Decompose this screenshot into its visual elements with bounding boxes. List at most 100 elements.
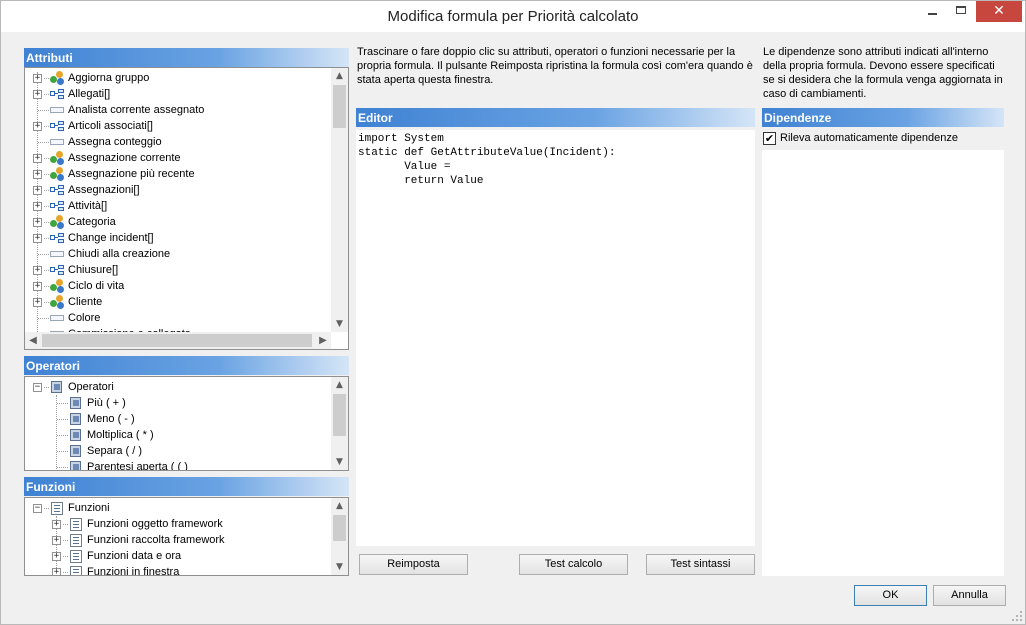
attribute-tree-item[interactable]: Analista corrente assegnato xyxy=(25,102,331,118)
expand-icon[interactable]: + xyxy=(33,154,42,163)
scroll-thumb[interactable] xyxy=(333,515,346,541)
tree-item-label: Change incident[] xyxy=(68,232,154,244)
attribute-tree-item[interactable]: + Allegati[] xyxy=(25,86,331,102)
operators-tree[interactable]: − Operatori Più ( + ) Meno ( - ) Moltiplica … xyxy=(25,377,331,470)
expand-icon[interactable]: + xyxy=(33,202,42,211)
tree-item-label: Chiusure[] xyxy=(68,264,119,276)
expand-icon[interactable]: + xyxy=(52,568,61,575)
attribute-tree-item[interactable]: + Change incident[] xyxy=(25,230,331,246)
scroll-down-icon[interactable]: ▼ xyxy=(331,559,348,575)
test-calculation-button[interactable]: Test calcolo xyxy=(519,554,628,575)
expand-icon[interactable]: + xyxy=(33,90,42,99)
function-tree-item[interactable]: + Funzioni raccolta framework xyxy=(25,532,331,548)
attributes-tree[interactable]: + Aggiorna gruppo + Allegati[] Analista corr… xyxy=(25,68,331,332)
functions-vertical-scrollbar[interactable]: ▲ ▼ xyxy=(331,498,348,575)
maximize-button[interactable] xyxy=(946,1,975,22)
operator-tree-item[interactable]: Meno ( - ) xyxy=(25,411,331,427)
instructions-text: Trascinare o fare doppio clic su attribu… xyxy=(357,46,753,86)
scroll-left-icon[interactable]: ◀ xyxy=(25,332,41,349)
functions-tree[interactable]: − Funzioni + Funzioni oggetto framework + Fun… xyxy=(25,498,331,575)
function-tree-item[interactable]: + Funzioni oggetto framework xyxy=(25,516,331,532)
collapse-icon[interactable]: − xyxy=(33,504,42,513)
attribute-tree-item[interactable]: + Categoria xyxy=(25,214,331,230)
expand-icon[interactable]: + xyxy=(33,74,42,83)
operators-header: Operatori xyxy=(24,356,349,375)
operator-tree-item[interactable]: Parentesi aperta ( ( ) xyxy=(25,459,331,470)
operator-icon xyxy=(68,444,84,458)
tree-item-label: Colore xyxy=(68,312,101,324)
tree-item-label: Analista corrente assegnato xyxy=(68,104,205,116)
scroll-up-icon[interactable]: ▲ xyxy=(331,498,348,514)
scroll-right-icon[interactable]: ▶ xyxy=(315,332,331,349)
expand-icon[interactable]: + xyxy=(33,218,42,227)
collection-icon xyxy=(49,231,65,245)
expand-icon[interactable]: + xyxy=(52,536,61,545)
expand-icon[interactable]: + xyxy=(33,234,42,243)
attribute-tree-item[interactable]: + Articoli associati[] xyxy=(25,118,331,134)
functions-root-item[interactable]: − Funzioni xyxy=(25,500,331,516)
function-icon xyxy=(68,533,84,547)
tree-item-label: Categoria xyxy=(68,216,116,228)
scroll-up-icon[interactable]: ▲ xyxy=(331,68,348,84)
title-bar[interactable]: Modifica formula per Priorità calcolato … xyxy=(1,1,1025,32)
operator-tree-item[interactable]: Moltiplica ( * ) xyxy=(25,427,331,443)
expand-icon[interactable]: + xyxy=(33,298,42,307)
collection-icon xyxy=(49,119,65,133)
attributes-horizontal-scrollbar[interactable]: ◀ ▶ xyxy=(25,332,331,349)
tree-item-label: Funzioni data e ora xyxy=(87,550,182,562)
auto-detect-checkbox[interactable]: ✔ xyxy=(763,132,776,145)
scroll-down-icon[interactable]: ▼ xyxy=(331,454,348,470)
collection-icon xyxy=(49,199,65,213)
attribute-tree-item[interactable]: Colore xyxy=(25,310,331,326)
expand-icon[interactable]: + xyxy=(33,170,42,179)
ok-button[interactable]: OK xyxy=(854,585,927,606)
expand-icon[interactable]: + xyxy=(33,266,42,275)
cancel-button[interactable]: Annulla xyxy=(933,585,1006,606)
tree-item-label: Più ( + ) xyxy=(87,397,126,409)
expand-icon[interactable]: + xyxy=(52,520,61,529)
checkmark-icon: ✔ xyxy=(764,132,775,145)
dependencies-list[interactable] xyxy=(762,150,1004,576)
expand-icon[interactable]: + xyxy=(33,186,42,195)
operator-icon xyxy=(68,460,84,470)
tree-item-label: Assegnazione corrente xyxy=(68,152,181,164)
minimize-button[interactable] xyxy=(919,1,946,22)
attribute-tree-item[interactable]: Chiudi alla creazione xyxy=(25,246,331,262)
function-tree-item[interactable]: + Funzioni in finestra xyxy=(25,564,331,575)
close-button[interactable]: ✕ xyxy=(976,1,1022,22)
scroll-down-icon[interactable]: ▼ xyxy=(331,316,348,332)
auto-detect-label[interactable]: Rileva automaticamente dipendenze xyxy=(780,132,958,144)
attributes-vertical-scrollbar[interactable]: ▲ ▼ xyxy=(331,68,348,332)
expand-icon[interactable]: + xyxy=(52,552,61,561)
operators-vertical-scrollbar[interactable]: ▲ ▼ xyxy=(331,377,348,470)
attribute-tree-item[interactable]: + Aggiorna gruppo xyxy=(25,70,331,86)
attribute-tree-item[interactable]: + Assegnazione più recente xyxy=(25,166,331,182)
expand-icon[interactable]: + xyxy=(33,282,42,291)
entity-icon xyxy=(49,71,65,85)
operators-root-item[interactable]: − Operatori xyxy=(25,379,331,395)
scroll-thumb[interactable] xyxy=(333,394,346,436)
scroll-thumb[interactable] xyxy=(333,85,346,128)
collection-icon xyxy=(49,87,65,101)
attribute-tree-item[interactable]: Assegna conteggio xyxy=(25,134,331,150)
scroll-thumb[interactable] xyxy=(42,334,312,347)
collapse-icon[interactable]: − xyxy=(33,383,42,392)
window-title: Modifica formula per Priorità calcolato xyxy=(387,8,639,25)
expand-icon[interactable]: + xyxy=(33,122,42,131)
attribute-tree-item[interactable]: + Cliente xyxy=(25,294,331,310)
operator-tree-item[interactable]: Separa ( / ) xyxy=(25,443,331,459)
attribute-tree-item[interactable]: + Assegnazione corrente xyxy=(25,150,331,166)
operator-tree-item[interactable]: Più ( + ) xyxy=(25,395,331,411)
formula-editor[interactable]: import System static def GetAttributeVal… xyxy=(356,130,755,546)
test-syntax-button[interactable]: Test sintassi xyxy=(646,554,755,575)
attribute-tree-item[interactable]: + Assegnazioni[] xyxy=(25,182,331,198)
attribute-tree-item[interactable]: + Ciclo di vita xyxy=(25,278,331,294)
field-icon xyxy=(49,311,65,325)
function-tree-item[interactable]: + Funzioni data e ora xyxy=(25,548,331,564)
attribute-tree-item[interactable]: + Chiusure[] xyxy=(25,262,331,278)
scroll-up-icon[interactable]: ▲ xyxy=(331,377,348,393)
reset-button[interactable]: Reimposta xyxy=(359,554,468,575)
attribute-tree-item[interactable]: + Attività[] xyxy=(25,198,331,214)
tree-item-label: Ciclo di vita xyxy=(68,280,125,292)
resize-grip-icon[interactable] xyxy=(1012,611,1022,621)
